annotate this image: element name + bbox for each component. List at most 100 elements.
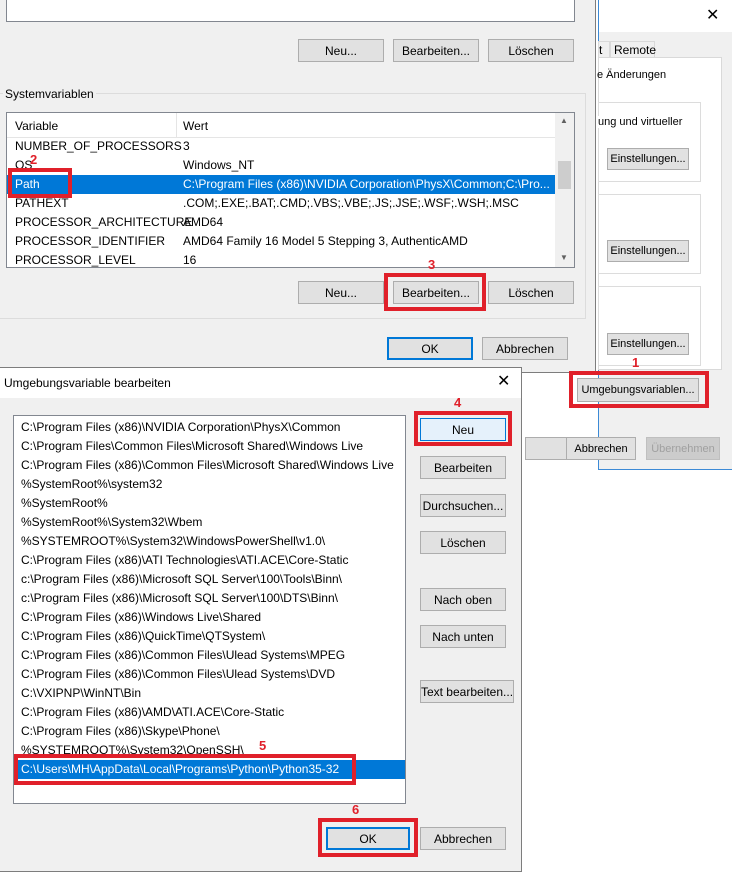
performance-group — [598, 102, 701, 182]
system-properties-cancel-button[interactable]: Abbrechen — [566, 437, 636, 460]
user-new-button[interactable]: Neu... — [298, 39, 384, 62]
path-entry-selected[interactable]: C:\Users\MH\AppData\Local\Programs\Pytho… — [14, 760, 405, 779]
path-entry[interactable]: C:\Program Files (x86)\ATI Technologies\… — [14, 551, 405, 570]
profiles-settings-button[interactable]: Einstellungen... — [607, 240, 689, 262]
path-entry[interactable]: C:\Program Files (x86)\Skype\Phone\ — [14, 722, 405, 741]
path-entry-text: C:\Users\MH\AppData\Local\Programs\Pytho… — [21, 762, 340, 776]
path-entry[interactable]: %SYSTEMROOT%\System32\OpenSSH\ — [14, 741, 405, 760]
system-new-button[interactable]: Neu... — [298, 281, 384, 304]
startup-settings-button[interactable]: Einstellungen... — [607, 333, 689, 355]
user-variables-list[interactable] — [6, 0, 575, 22]
path-entry[interactable]: C:\Program Files\Common Files\Microsoft … — [14, 437, 405, 456]
path-entry-text: c:\Program Files (x86)\Microsoft SQL Ser… — [21, 591, 338, 605]
variable-name: PROCESSOR_IDENTIFIER — [15, 234, 166, 248]
table-body: NUMBER_OF_PROCESSORS 3 OS Windows_NT Pat… — [7, 137, 555, 267]
path-entry[interactable]: C:\Program Files (x86)\AMD\ATI.ACE\Core-… — [14, 703, 405, 722]
ok-button[interactable]: OK — [387, 337, 473, 360]
path-entry-text: C:\Program Files (x86)\AMD\ATI.ACE\Core-… — [21, 705, 285, 719]
annotation-number-3: 3 — [428, 257, 436, 272]
column-header-value[interactable]: Wert — [183, 119, 208, 133]
table-row[interactable]: PROCESSOR_ARCHITECTURE AMD64 — [7, 213, 555, 232]
virtual-text: ung und virtueller — [598, 116, 683, 128]
user-delete-button[interactable]: Löschen — [488, 39, 574, 62]
variable-name: PATHEXT — [15, 196, 69, 210]
annotation-number-4: 4 — [454, 395, 462, 410]
path-entry[interactable]: C:\Program Files (x86)\NVIDIA Corporatio… — [14, 418, 405, 437]
scroll-up-icon[interactable]: ▲ — [560, 116, 568, 125]
variable-value: Windows_NT — [183, 158, 255, 172]
close-icon[interactable]: ✕ — [497, 374, 510, 390]
path-entry[interactable]: C:\Program Files (x86)\Common Files\Micr… — [14, 456, 405, 475]
environment-variables-button[interactable]: Umgebungsvariablen... — [577, 378, 699, 402]
annotation-number-6: 6 — [352, 802, 360, 817]
table-row[interactable]: NUMBER_OF_PROCESSORS 3 — [7, 137, 555, 156]
path-entry-text: %SYSTEMROOT%\System32\WindowsPowerShell\… — [21, 534, 326, 548]
path-entry-text: C:\Program Files (x86)\Skype\Phone\ — [21, 724, 220, 738]
variable-value: 16 — [183, 253, 197, 267]
annotation-number-5: 5 — [259, 738, 267, 753]
user-edit-button[interactable]: Bearbeiten... — [393, 39, 479, 62]
system-variables-label: Systemvariablen — [3, 87, 96, 101]
path-entry[interactable]: %SystemRoot%\System32\Wbem — [14, 513, 405, 532]
path-entry-text: C:\Program Files (x86)\NVIDIA Corporatio… — [21, 420, 341, 434]
column-header-variable[interactable]: Variable — [15, 119, 58, 133]
variable-name: PROCESSOR_ARCHITECTURE — [15, 215, 193, 229]
path-entry-text: C:\Program Files (x86)\Common Files\Ulea… — [21, 667, 336, 681]
delete-entry-button[interactable]: Löschen — [420, 531, 506, 554]
system-delete-button[interactable]: Löschen — [488, 281, 574, 304]
path-entry-text: C:\Program Files (x86)\QuickTime\QTSyste… — [21, 629, 266, 643]
path-entries-list[interactable]: C:\Program Files (x86)\NVIDIA Corporatio… — [13, 415, 406, 804]
edit-text-button[interactable]: Text bearbeiten... — [420, 680, 514, 703]
edit-dialog-titlebar: Umgebungsvariable bearbeiten ✕ — [0, 368, 521, 398]
tab-partial[interactable]: t — [598, 41, 610, 58]
table-header: Variable Wert — [7, 113, 555, 138]
path-entry[interactable]: %SystemRoot%\system32 — [14, 475, 405, 494]
table-row[interactable]: PROCESSOR_LEVEL 16 — [7, 251, 555, 267]
ok-button[interactable]: OK — [326, 827, 410, 850]
path-entry[interactable]: C:\Program Files (x86)\Common Files\Ulea… — [14, 646, 405, 665]
move-up-button[interactable]: Nach oben — [420, 588, 506, 611]
variable-name: PROCESSOR_LEVEL — [15, 253, 136, 267]
path-entry[interactable]: %SystemRoot% — [14, 494, 405, 513]
performance-settings-button[interactable]: Einstellungen... — [607, 148, 689, 170]
system-edit-button[interactable]: Bearbeiten... — [393, 281, 479, 304]
edit-entry-button[interactable]: Bearbeiten — [420, 456, 506, 479]
variable-value: AMD64 — [183, 215, 224, 229]
cancel-button[interactable]: Abbrechen — [482, 337, 568, 360]
table-row[interactable]: PATHEXT .COM;.EXE;.BAT;.CMD;.VBS;.VBE;.J… — [7, 194, 555, 213]
variable-value: AMD64 Family 16 Model 5 Stepping 3, Auth… — [183, 234, 468, 248]
cancel-button[interactable]: Abbrechen — [420, 827, 506, 850]
path-entry[interactable]: C:\Program Files (x86)\QuickTime\QTSyste… — [14, 627, 405, 646]
dialog-title: Umgebungsvariable bearbeiten — [4, 376, 171, 390]
path-entry[interactable]: C:\Program Files (x86)\Windows Live\Shar… — [14, 608, 405, 627]
system-variables-table[interactable]: Variable Wert NUMBER_OF_PROCESSORS 3 OS … — [6, 112, 575, 268]
path-entry-text: C:\Program Files\Common Files\Microsoft … — [21, 439, 364, 453]
close-icon[interactable]: ✕ — [706, 8, 719, 24]
annotation-number-2: 2 — [30, 152, 38, 167]
path-entry-text: c:\Program Files (x86)\Microsoft SQL Ser… — [21, 572, 342, 586]
scroll-down-icon[interactable]: ▼ — [560, 253, 568, 262]
annotation-number-1: 1 — [632, 355, 640, 370]
path-entry[interactable]: c:\Program Files (x86)\Microsoft SQL Ser… — [14, 589, 405, 608]
apply-button: Übernehmen — [646, 437, 720, 460]
tab-remote[interactable]: Remote — [610, 41, 656, 58]
path-entry-text: %SYSTEMROOT%\System32\OpenSSH\ — [21, 743, 244, 757]
table-row[interactable]: OS Windows_NT — [7, 156, 555, 175]
path-entry-text: C:\VXIPNP\WinNT\Bin — [21, 686, 142, 700]
browse-button[interactable]: Durchsuchen... — [420, 494, 506, 517]
path-entry[interactable]: c:\Program Files (x86)\Microsoft SQL Ser… — [14, 570, 405, 589]
table-row-selected[interactable]: Path C:\Program Files (x86)\NVIDIA Corpo… — [7, 175, 555, 194]
move-down-button[interactable]: Nach unten — [420, 625, 506, 648]
variable-value: C:\Program Files (x86)\NVIDIA Corporatio… — [183, 177, 550, 191]
table-scrollbar[interactable]: ▲ ▼ — [555, 113, 574, 267]
path-entry[interactable]: C:\VXIPNP\WinNT\Bin — [14, 684, 405, 703]
path-entry[interactable]: C:\Program Files (x86)\Common Files\Ulea… — [14, 665, 405, 684]
table-row[interactable]: PROCESSOR_IDENTIFIER AMD64 Family 16 Mod… — [7, 232, 555, 251]
tab-partial-label: t — [599, 43, 603, 57]
new-entry-button[interactable]: Neu — [420, 418, 506, 441]
path-entry-text: %SystemRoot%\system32 — [21, 477, 163, 491]
scroll-thumb[interactable] — [558, 161, 571, 189]
path-entry[interactable]: %SYSTEMROOT%\System32\WindowsPowerShell\… — [14, 532, 405, 551]
variable-name: Path — [15, 177, 40, 191]
variable-value: 3 — [183, 139, 190, 153]
